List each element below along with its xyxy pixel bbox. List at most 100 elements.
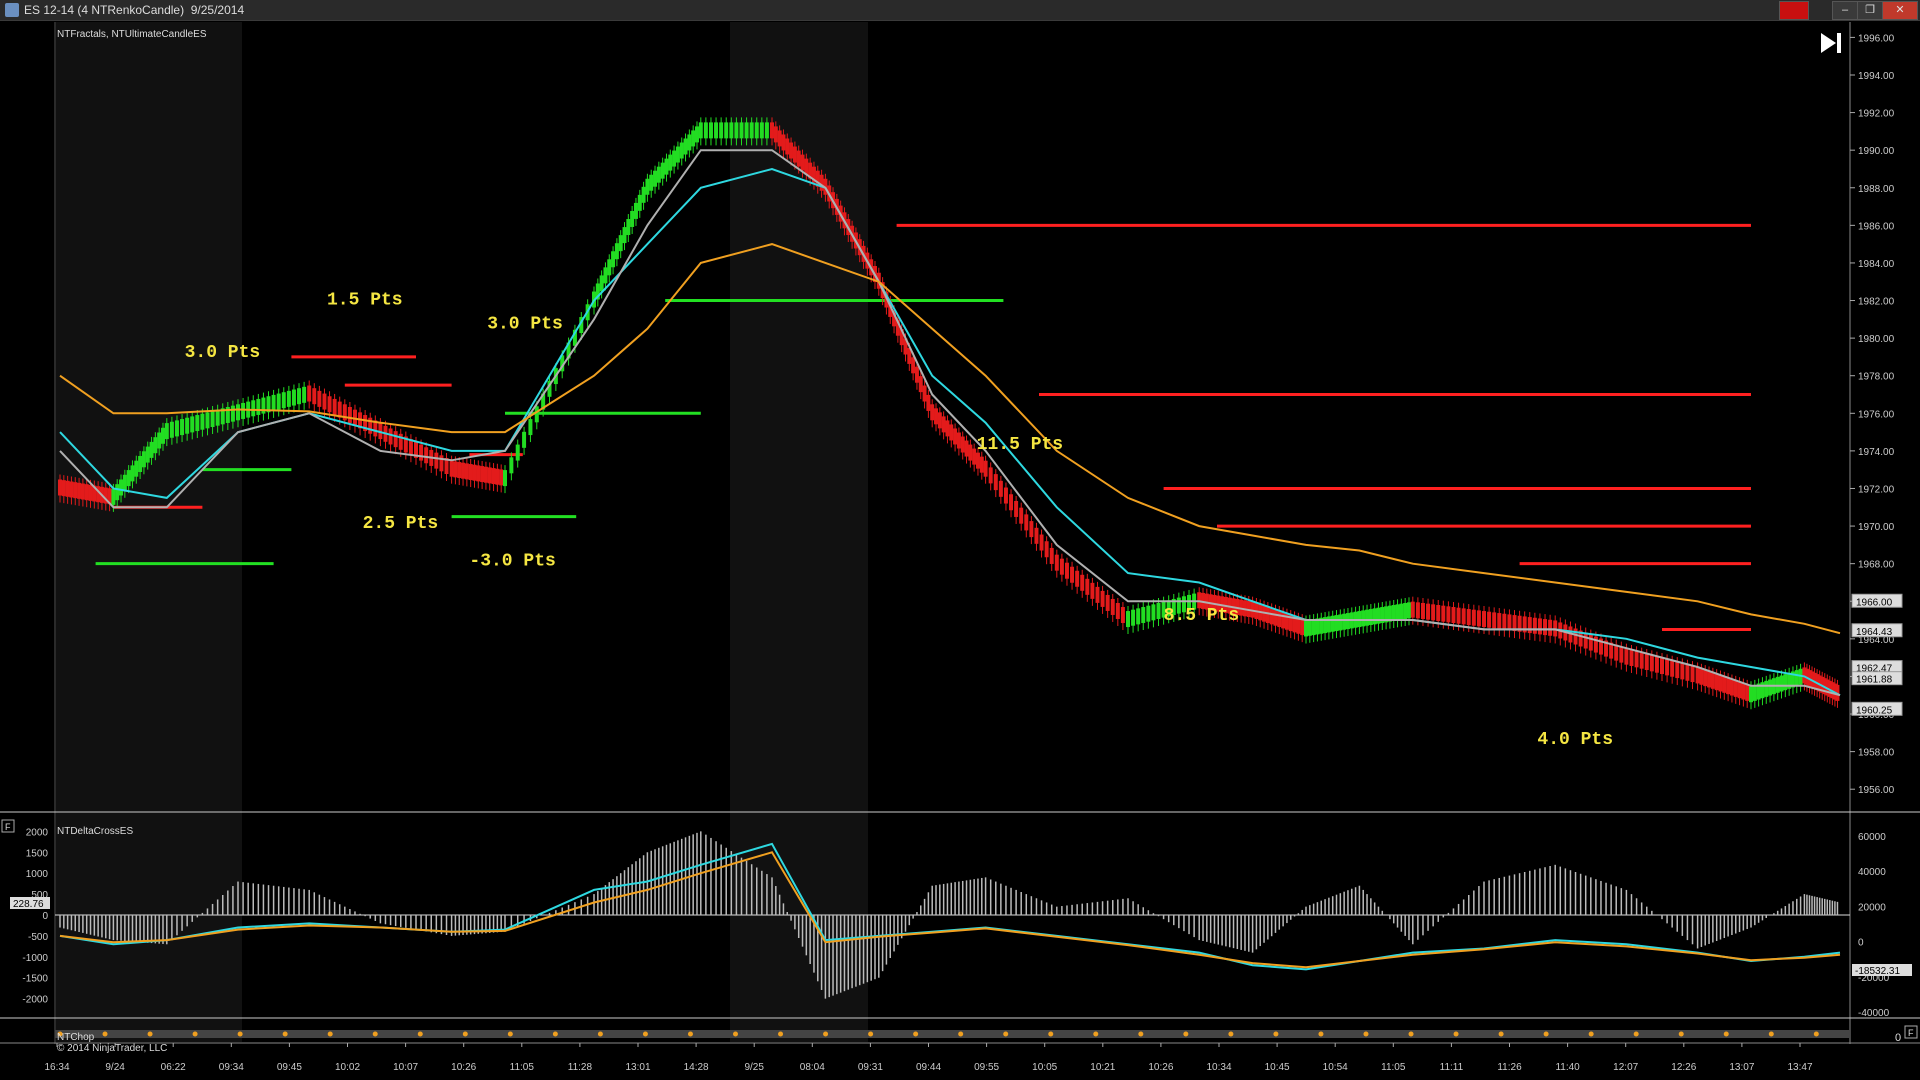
candle-body bbox=[160, 427, 165, 444]
candle-body bbox=[1441, 605, 1446, 622]
candle-body bbox=[653, 170, 658, 187]
time-tick-label: 09:45 bbox=[277, 1062, 302, 1073]
time-tick-label: 09:34 bbox=[219, 1062, 244, 1073]
y-tick-label: 1994.00 bbox=[1858, 71, 1895, 82]
candle-body bbox=[708, 122, 713, 139]
candle-body bbox=[174, 420, 179, 437]
candle-body bbox=[1120, 607, 1125, 624]
chop-panel-label: NTChop bbox=[57, 1032, 95, 1043]
delta-left-tick: 0 bbox=[42, 911, 48, 922]
candle-body bbox=[819, 174, 824, 191]
candle-body bbox=[1660, 658, 1664, 675]
candle-body bbox=[683, 138, 688, 155]
time-tick-label: 16:34 bbox=[44, 1062, 69, 1073]
candle-body bbox=[1665, 659, 1670, 676]
time-tick-label: 10:02 bbox=[335, 1062, 360, 1073]
candle-body bbox=[739, 122, 744, 139]
price-marker-label: 1961.88 bbox=[1856, 675, 1893, 686]
candle-body bbox=[926, 394, 931, 411]
candle-body bbox=[1330, 615, 1335, 632]
candle-body bbox=[960, 436, 965, 453]
price-panel-label: NTFractals, NTUltimateCandleES bbox=[57, 29, 207, 40]
candle-body bbox=[1644, 654, 1649, 671]
candle-body bbox=[1115, 602, 1120, 619]
candle-body bbox=[945, 420, 950, 437]
candle-body bbox=[679, 142, 684, 159]
time-tick-label: 11:05 bbox=[510, 1062, 535, 1073]
candle-body bbox=[1420, 602, 1425, 619]
chop-dot bbox=[417, 1031, 423, 1037]
candle-body bbox=[461, 462, 466, 479]
candle-body bbox=[754, 122, 759, 139]
time-tick-label: 11:40 bbox=[1555, 1062, 1580, 1073]
candle-body bbox=[1487, 611, 1492, 628]
candle-body bbox=[1100, 590, 1105, 607]
candle-body bbox=[770, 122, 774, 139]
delta-left-tick: -500 bbox=[28, 932, 48, 943]
candle-body bbox=[1365, 609, 1370, 626]
chop-f-icon[interactable]: F bbox=[1908, 1028, 1914, 1038]
candle-body bbox=[729, 122, 734, 139]
candle-body bbox=[1395, 604, 1400, 621]
candle-body bbox=[618, 235, 623, 252]
chop-dot bbox=[1453, 1031, 1459, 1037]
candle-body bbox=[1070, 566, 1075, 583]
candle-body bbox=[1415, 602, 1420, 619]
candle-body bbox=[1718, 675, 1723, 692]
candle-body bbox=[687, 134, 692, 151]
delta-right-tick: 20000 bbox=[1858, 902, 1886, 913]
pts-annotation: 3.0 Pts bbox=[185, 343, 261, 363]
chart-canvas[interactable]: NTFractals, NTUltimateCandleES NTDeltaCr… bbox=[0, 0, 1920, 1080]
chop-dot bbox=[282, 1031, 288, 1037]
y-tick-label: 1988.00 bbox=[1858, 184, 1895, 195]
candle-body bbox=[419, 444, 424, 461]
play-skip-icon[interactable] bbox=[1821, 33, 1841, 53]
chop-dot bbox=[327, 1031, 333, 1037]
candle-body bbox=[1054, 554, 1059, 571]
candle-body bbox=[988, 467, 993, 484]
candle-body bbox=[1024, 514, 1029, 531]
candle-body bbox=[1326, 616, 1331, 633]
candle-body bbox=[251, 400, 256, 417]
chop-dot bbox=[192, 1031, 198, 1037]
copyright-text: © 2014 NinjaTrader, LLC bbox=[57, 1043, 167, 1054]
candle-body bbox=[983, 460, 988, 477]
candle-body bbox=[1779, 675, 1784, 692]
candle-body bbox=[1126, 611, 1130, 628]
candle-body bbox=[937, 412, 942, 429]
price-marker-label: 1966.00 bbox=[1856, 597, 1893, 608]
candle-body bbox=[979, 456, 984, 473]
candle-body bbox=[1034, 527, 1039, 544]
candle-body bbox=[1624, 648, 1629, 665]
candle-body bbox=[1507, 614, 1512, 631]
candle-body bbox=[1059, 558, 1064, 575]
y-tick-label: 1976.00 bbox=[1858, 409, 1895, 420]
candle-body bbox=[1410, 601, 1415, 618]
candle-body bbox=[972, 448, 977, 465]
candle-body bbox=[190, 416, 195, 433]
candle-body bbox=[796, 150, 801, 167]
candle-body bbox=[1532, 617, 1537, 634]
candle-body bbox=[185, 417, 190, 434]
candle-body bbox=[1304, 620, 1308, 637]
candle-body bbox=[1372, 608, 1377, 625]
chop-bar bbox=[55, 1030, 1850, 1038]
candle-body bbox=[633, 202, 638, 219]
chop-dot bbox=[958, 1031, 964, 1037]
delta-f-icon[interactable]: F bbox=[5, 822, 11, 832]
candle-body bbox=[483, 466, 488, 483]
candle-body bbox=[281, 392, 286, 409]
candle-body bbox=[645, 178, 650, 195]
y-tick-label: 1992.00 bbox=[1858, 109, 1895, 120]
candle-body bbox=[503, 470, 507, 487]
candle-body bbox=[1670, 660, 1675, 677]
candle-body bbox=[1733, 680, 1738, 697]
candle-body bbox=[1707, 671, 1712, 688]
candle-body bbox=[1277, 611, 1282, 628]
candle-body bbox=[1446, 606, 1451, 623]
candle-body bbox=[58, 479, 62, 496]
chop-dot bbox=[552, 1031, 558, 1037]
candle-body bbox=[1361, 610, 1366, 627]
candle-body bbox=[918, 376, 923, 393]
candle-body bbox=[347, 406, 352, 423]
